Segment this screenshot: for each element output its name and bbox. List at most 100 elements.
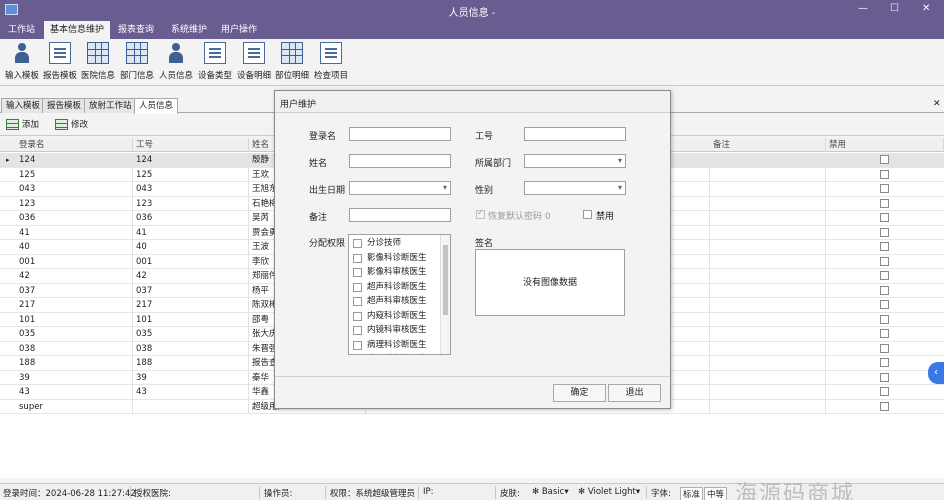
dialog-title: 用户维护 <box>280 100 317 110</box>
login-input[interactable] <box>349 127 451 141</box>
employee-no-label: 工号 <box>475 132 494 142</box>
ribbon-device-detail[interactable]: 设备明细 <box>234 42 274 84</box>
disabled-checkbox[interactable] <box>880 198 889 208</box>
cell-remark <box>710 225 826 240</box>
ribbon-exam-items[interactable]: 检查项目 <box>311 42 351 84</box>
disabled-checkbox[interactable] <box>880 271 889 280</box>
disabled-checkbox[interactable] <box>880 227 889 237</box>
edit-button[interactable]: 修改 <box>55 118 88 132</box>
col-disabled[interactable]: 禁用 <box>826 138 944 152</box>
permission-checkbox[interactable] <box>353 340 362 350</box>
disabled-checkbox[interactable] <box>880 343 889 353</box>
permission-item[interactable]: 影像科诊断医生 <box>351 251 441 266</box>
permission-checkbox[interactable] <box>353 297 362 306</box>
menu-basic-info[interactable]: 基本信息维护 <box>44 21 111 39</box>
col-remark[interactable]: 备注 <box>710 138 826 152</box>
close-tab-icon[interactable]: ✕ <box>933 99 941 109</box>
ribbon-body-part[interactable]: 部位明细 <box>272 42 312 84</box>
name-input[interactable] <box>349 154 451 168</box>
permission-checkbox[interactable] <box>353 326 362 335</box>
permission-item[interactable]: 内镜科审核医生 <box>351 323 441 338</box>
chevron-down-icon: ▾ <box>635 487 641 497</box>
dept-label: 所属部门 <box>475 159 512 169</box>
ribbon-device-type[interactable]: 设备类型 <box>195 42 235 84</box>
grid-icon <box>281 42 303 64</box>
menu-workstation[interactable]: 工作站 <box>2 21 41 39</box>
gender-select[interactable] <box>524 181 626 195</box>
font-style-select[interactable]: 标准 <box>680 487 704 500</box>
ribbon-report-template[interactable]: 报告模板 <box>40 42 80 84</box>
birth-date-picker[interactable] <box>349 181 451 195</box>
maximize-icon[interactable]: ☐ <box>890 3 899 14</box>
disabled-checkbox[interactable] <box>880 358 889 367</box>
disabled-checkbox[interactable] <box>880 372 889 382</box>
disabled-checkbox[interactable] <box>880 387 889 396</box>
tab-personnel-info[interactable]: 人员信息 <box>134 98 179 114</box>
disabled-checkbox[interactable] <box>880 242 889 251</box>
permission-checkbox[interactable] <box>353 282 362 292</box>
permission-item[interactable]: 病理科诊断医生 <box>351 338 441 353</box>
permission-checkbox[interactable] <box>353 268 362 277</box>
cell-no: 037 <box>133 283 249 298</box>
disabled-checkbox[interactable] <box>880 213 889 222</box>
skin-select[interactable]: ✻ Basic▾ <box>532 487 569 497</box>
cell-remark <box>710 327 826 341</box>
menu-system-maintenance[interactable]: 系统维护 <box>165 21 213 39</box>
minimize-icon[interactable]: — <box>858 3 868 14</box>
disabled-checkbox[interactable] <box>880 184 889 193</box>
skin-label: 皮肤: <box>500 489 520 499</box>
col-no[interactable]: 工号 <box>133 138 249 152</box>
remark-input[interactable] <box>349 208 451 222</box>
exit-button[interactable]: 退出 <box>608 384 661 402</box>
permission-item[interactable]: 病理科审核医生 <box>351 352 441 354</box>
menu-report-query[interactable]: 报表查询 <box>112 21 160 39</box>
col-login[interactable]: 登录名 <box>16 138 133 152</box>
close-icon[interactable]: ✕ <box>922 3 930 14</box>
permission-checkbox[interactable] <box>353 239 362 248</box>
permission-label: 内窥科诊断医生 <box>367 310 427 321</box>
permission-checkbox[interactable] <box>353 311 362 321</box>
signature-image-box[interactable]: 没有图像数据 <box>475 249 625 316</box>
ribbon-personnel-info[interactable]: 人员信息 <box>156 42 196 84</box>
add-button[interactable]: 添加 <box>6 118 39 132</box>
permission-item[interactable]: 超声科诊断医生 <box>351 280 441 295</box>
reset-password-checkbox[interactable] <box>476 208 485 219</box>
ribbon-department-info[interactable]: 部门信息 <box>117 42 157 84</box>
font-label: 字体: <box>651 489 671 499</box>
permission-checkbox[interactable] <box>353 253 362 263</box>
ribbon-hospital-info[interactable]: 医院信息 <box>78 42 118 84</box>
cell-remark <box>710 153 826 167</box>
employee-no-input[interactable] <box>524 127 626 141</box>
disabled-checkbox[interactable] <box>583 210 592 219</box>
scroll-thumb[interactable] <box>443 245 448 315</box>
disabled-checkbox[interactable] <box>880 300 889 309</box>
disabled-checkbox[interactable] <box>880 314 889 324</box>
dept-select[interactable] <box>524 154 626 168</box>
cell-login: 217 <box>16 298 133 312</box>
disabled-checkbox[interactable] <box>880 155 889 164</box>
theme-select[interactable]: ✻ Violet Light▾ <box>578 487 640 497</box>
permission-item[interactable]: 分诊技师 <box>351 236 441 251</box>
font-size-select[interactable]: 中等 <box>704 487 728 500</box>
side-expand-handle[interactable]: ‹ <box>928 362 944 384</box>
document-edit-icon <box>49 42 71 64</box>
tab-report-template[interactable]: 报告模板 <box>42 98 87 113</box>
ok-button[interactable]: 确定 <box>553 384 606 402</box>
disabled-checkbox[interactable] <box>880 285 889 295</box>
cell-no <box>133 399 249 414</box>
menu-user-ops[interactable]: 用户操作 <box>215 21 263 39</box>
permission-item[interactable]: 超声科审核医生 <box>351 294 441 309</box>
permission-label: 病理科诊断医生 <box>367 339 427 350</box>
disabled-checkbox[interactable] <box>880 256 889 266</box>
disabled-checkbox[interactable] <box>880 169 889 179</box>
permission-scrollbar[interactable] <box>440 235 450 354</box>
disabled-checkbox[interactable] <box>880 401 889 411</box>
permission-list[interactable]: 分诊技师 影像科诊断医生 影像科审核医生 超声科诊断医生 超声科审核医生 内窥科诊断医生内… <box>348 234 451 355</box>
permission-item[interactable]: 内窥科诊断医生 <box>351 309 441 324</box>
tab-input-template[interactable]: 输入模板 <box>1 98 46 113</box>
disabled-checkbox[interactable] <box>880 329 889 338</box>
permission-item[interactable]: 影像科审核医生 <box>351 265 441 280</box>
cell-remark <box>710 196 826 211</box>
tab-radiology-workstation[interactable]: 放射工作站 <box>84 98 137 113</box>
ribbon-input-template[interactable]: 输入模板 <box>2 42 42 84</box>
